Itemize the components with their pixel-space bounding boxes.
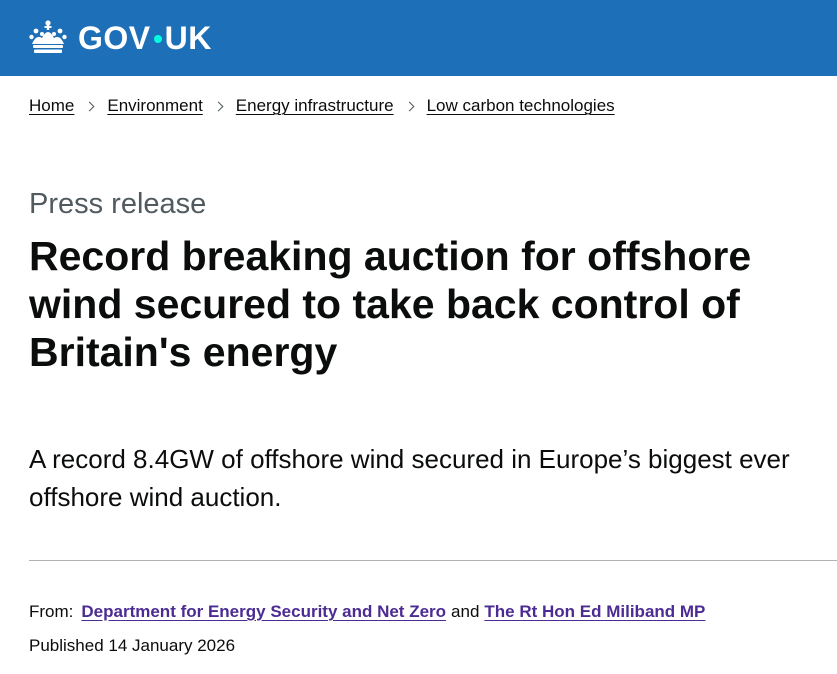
breadcrumb-link-home[interactable]: Home	[29, 96, 74, 116]
lead-paragraph: A record 8.4GW of offshore wind secured …	[29, 444, 790, 512]
page-caption: Press release	[29, 188, 207, 220]
from-label: From:	[29, 602, 74, 621]
breadcrumb-item-home: Home	[29, 96, 74, 116]
org-link-desnz[interactable]: Department for Energy Security and Net Z…	[81, 602, 446, 622]
site-header: GOV UK	[0, 0, 837, 76]
chevron-right-icon	[84, 101, 95, 111]
chevron-right-icon	[404, 101, 415, 111]
chevron-right-icon	[213, 101, 224, 111]
org-link-ed-miliband[interactable]: The Rt Hon Ed Miliband MP	[484, 602, 705, 622]
breadcrumb-item-environment: Environment	[107, 96, 202, 116]
published-date: Published 14 January 2026	[29, 636, 236, 655]
breadcrumb-link-environment[interactable]: Environment	[107, 96, 202, 116]
from-line: From: Department for Energy Security and…	[29, 602, 705, 622]
breadcrumb-link-energy-infrastructure[interactable]: Energy infrastructure	[236, 96, 394, 116]
page-title: Record breaking auction for offshore win…	[29, 233, 752, 375]
section-divider	[29, 560, 837, 561]
logo-text-uk: UK	[164, 19, 212, 56]
and-text: and	[451, 602, 480, 621]
logo-dot-icon	[153, 35, 162, 43]
breadcrumb-item-energy-infrastructure: Energy infrastructure	[236, 96, 394, 116]
logo-text-gov: GOV	[78, 19, 151, 56]
breadcrumb-link-low-carbon[interactable]: Low carbon technologies	[427, 96, 615, 116]
govuk-logo-link[interactable]: GOV UK	[28, 14, 212, 62]
logo-wordmark: GOV UK	[78, 20, 212, 57]
breadcrumb: Home Environment Energy infrastructure L…	[29, 96, 615, 116]
crown-icon	[29, 20, 67, 53]
breadcrumb-item-low-carbon: Low carbon technologies	[427, 96, 615, 116]
